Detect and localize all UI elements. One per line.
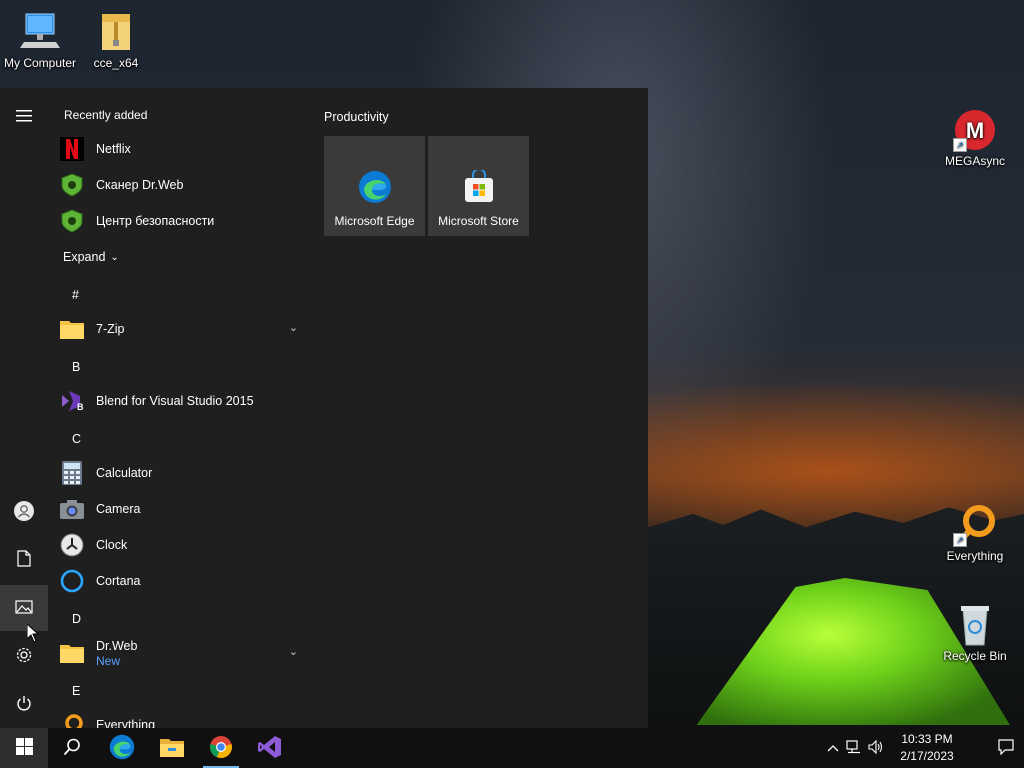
chrome-icon xyxy=(209,735,233,762)
section-header-hash[interactable]: # xyxy=(72,288,79,302)
app-item-clock[interactable]: Clock xyxy=(60,527,304,563)
volume-button[interactable] xyxy=(866,728,886,768)
recycle-bin-icon xyxy=(953,603,997,647)
power-button[interactable] xyxy=(0,681,48,727)
section-header-b[interactable]: B xyxy=(72,360,80,374)
clock-date: 2/17/2023 xyxy=(900,749,954,763)
app-item-drweb[interactable]: Dr.Web New ⌄ xyxy=(60,635,304,671)
desktop-icon-cce-x64[interactable]: cce_x64 xyxy=(76,10,156,70)
search-button[interactable] xyxy=(48,728,96,768)
app-item-netflix[interactable]: Netflix xyxy=(60,131,304,167)
chevron-down-icon: ⌄ xyxy=(110,251,119,263)
clock-button[interactable]: 10:33 PM 2/17/2023 xyxy=(888,728,966,768)
gear-icon xyxy=(15,646,33,667)
mega-icon: M ↗ xyxy=(953,108,997,152)
store-bag-icon xyxy=(462,168,496,204)
taskbar-chrome-button[interactable] xyxy=(197,728,245,768)
hamburger-icon xyxy=(16,109,32,125)
windows-logo-icon xyxy=(15,738,33,758)
notification-icon xyxy=(998,738,1014,758)
system-tray: 10:33 PM 2/17/2023 xyxy=(824,728,1024,768)
calculator-icon xyxy=(60,461,84,485)
folder-icon xyxy=(60,317,84,341)
app-item-security-center[interactable]: Центр безопасности xyxy=(60,203,304,239)
drweb-spider-icon xyxy=(60,173,84,197)
drweb-shield-icon xyxy=(60,209,84,233)
taskbar-visual-studio-button[interactable] xyxy=(246,728,294,768)
user-avatar-icon xyxy=(14,500,34,524)
section-header-d[interactable]: D xyxy=(72,612,81,626)
svg-text:M: M xyxy=(966,118,984,143)
camera-icon xyxy=(60,497,84,521)
edge-icon xyxy=(358,170,392,204)
edge-icon xyxy=(109,734,135,763)
start-button[interactable] xyxy=(0,728,48,768)
clock-icon xyxy=(60,533,84,557)
netflix-icon xyxy=(60,137,84,161)
app-item-everything[interactable]: Everything xyxy=(60,707,304,728)
clock-time: 10:33 PM xyxy=(901,732,953,746)
tile-microsoft-store[interactable]: Microsoft Store xyxy=(428,136,529,236)
taskbar-file-explorer-button[interactable] xyxy=(148,728,196,768)
section-header-c[interactable]: C xyxy=(72,432,81,446)
shortcut-arrow-icon: ↗ xyxy=(953,533,967,547)
zip-folder-icon xyxy=(94,10,138,54)
hamburger-menu-button[interactable] xyxy=(0,94,48,140)
desktop-icon-label: Recycle Bin xyxy=(943,649,1007,663)
desktop-icon-label: cce_x64 xyxy=(93,56,139,70)
show-hidden-icons-button[interactable] xyxy=(824,728,842,768)
section-header-e[interactable]: E xyxy=(72,684,80,698)
speaker-icon xyxy=(868,739,884,757)
desktop-icon-recycle-bin[interactable]: Recycle Bin xyxy=(935,603,1015,663)
document-icon xyxy=(17,550,31,570)
network-icon xyxy=(846,739,862,757)
chevron-down-icon[interactable]: ⌄ xyxy=(289,645,298,658)
documents-button[interactable] xyxy=(0,537,48,583)
app-item-drweb-scanner[interactable]: Сканер Dr.Web xyxy=(60,167,304,203)
taskbar-edge-button[interactable] xyxy=(98,728,146,768)
desktop-icon-label: MEGAsync xyxy=(944,154,1005,168)
everything-search-icon: ↗ xyxy=(953,503,997,547)
chevron-down-icon[interactable]: ⌄ xyxy=(289,321,298,334)
shortcut-arrow-icon: ↗ xyxy=(953,138,967,152)
cortana-icon xyxy=(60,569,84,593)
settings-button[interactable] xyxy=(0,633,48,679)
app-item-7zip[interactable]: 7-Zip ⌄ xyxy=(60,311,304,347)
account-button[interactable] xyxy=(0,489,48,535)
action-center-button[interactable] xyxy=(988,728,1024,768)
recently-added-heading: Recently added xyxy=(64,108,148,122)
computer-icon xyxy=(18,10,62,54)
desktop-icon-everything[interactable]: ↗ Everything xyxy=(935,503,1015,563)
search-icon xyxy=(63,738,81,759)
desktop-icon-label: Everything xyxy=(946,549,1004,563)
mouse-cursor xyxy=(26,622,40,646)
svg-text:B: B xyxy=(77,402,84,412)
blend-icon: B xyxy=(60,389,84,413)
desktop-icon-megasync[interactable]: M ↗ MEGAsync xyxy=(935,108,1015,168)
new-badge: New xyxy=(96,653,121,668)
start-menu: Recently added Netflix Сканер Dr.Web Цен… xyxy=(0,88,648,728)
power-icon xyxy=(16,695,32,714)
visual-studio-icon xyxy=(258,735,282,762)
pictures-button[interactable] xyxy=(0,585,48,631)
app-item-camera[interactable]: Camera xyxy=(60,491,304,527)
app-item-calculator[interactable]: Calculator xyxy=(60,455,304,491)
app-item-cortana[interactable]: Cortana xyxy=(60,563,304,599)
network-button[interactable] xyxy=(844,728,864,768)
taskbar: 10:33 PM 2/17/2023 xyxy=(0,728,1024,768)
start-rail xyxy=(0,88,48,728)
desktop-icon-my-computer[interactable]: My Computer xyxy=(0,10,80,70)
app-list: Recently added Netflix Сканер Dr.Web Цен… xyxy=(48,88,308,728)
everything-search-icon xyxy=(60,713,84,728)
folder-icon xyxy=(60,641,84,665)
chevron-up-icon xyxy=(827,741,839,755)
file-explorer-icon xyxy=(160,737,184,760)
desktop-icon-label: My Computer xyxy=(3,56,77,70)
tile-group-title[interactable]: Productivity xyxy=(324,110,389,124)
tile-microsoft-edge[interactable]: Microsoft Edge xyxy=(324,136,425,236)
app-item-blend[interactable]: B Blend for Visual Studio 2015 xyxy=(60,383,304,419)
picture-icon xyxy=(15,599,33,617)
expand-button[interactable]: Expand ⌄ xyxy=(63,239,307,275)
